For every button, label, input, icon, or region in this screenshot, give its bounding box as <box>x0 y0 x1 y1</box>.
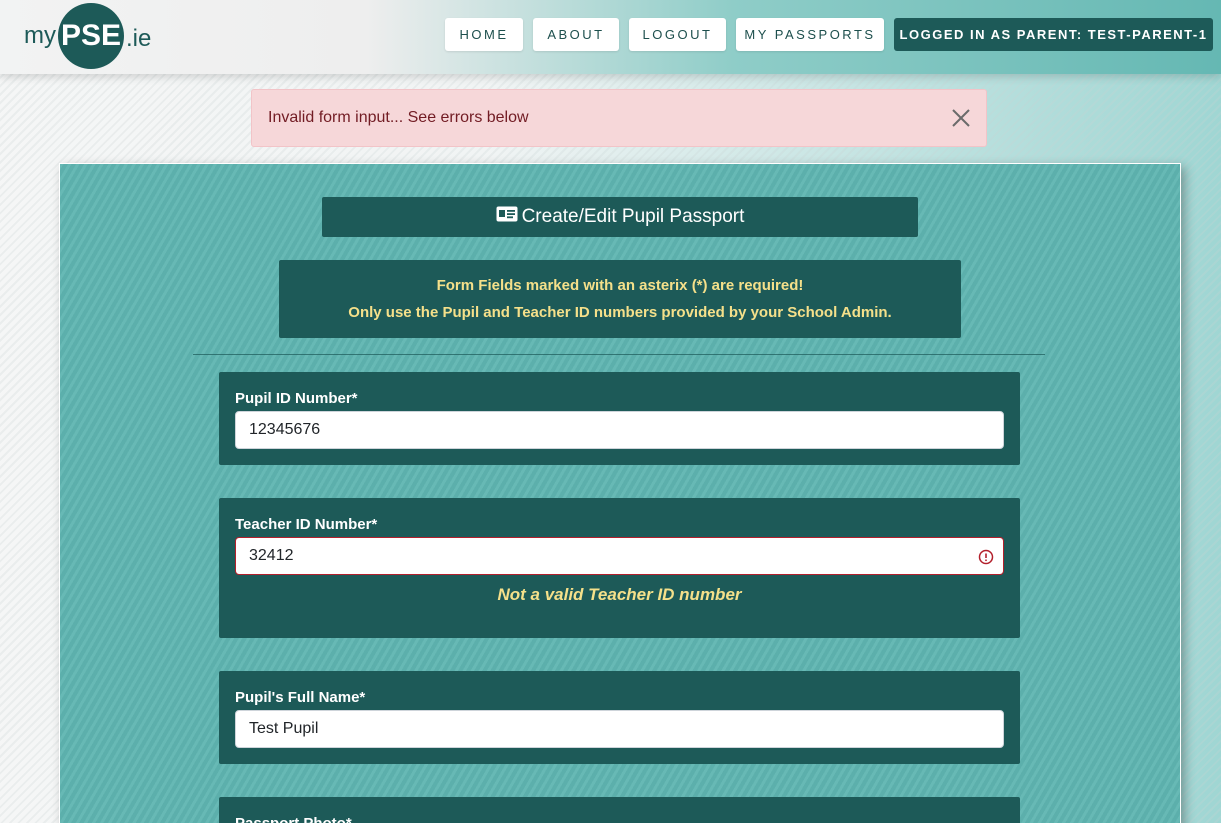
pupil-id-input[interactable] <box>235 411 1004 449</box>
nav-logout-button[interactable]: LOGOUT <box>629 18 726 51</box>
teacher-id-input[interactable] <box>235 537 1004 575</box>
pupil-name-card: Pupil's Full Name* <box>219 671 1020 764</box>
alert-message: Invalid form input... See errors below <box>268 109 529 126</box>
form-info-box: Form Fields marked with an asterix (*) a… <box>279 260 961 338</box>
logo-my: my <box>24 22 56 49</box>
teacher-id-label: Teacher ID Number* <box>235 516 378 533</box>
site-logo[interactable]: my PSE .ie <box>24 2 151 70</box>
passport-photo-card: Passport Photo* <box>219 797 1020 823</box>
nav-my-passports-button[interactable]: MY PASSPORTS <box>736 18 884 51</box>
info-line-id-numbers: Only use the Pupil and Teacher ID number… <box>348 304 892 321</box>
teacher-id-card: Teacher ID Number* Not a valid Teacher I… <box>219 498 1020 638</box>
divider <box>193 354 1045 355</box>
nav-home-button[interactable]: HOME <box>445 18 523 51</box>
navbar: my PSE .ie HOME ABOUT LOGOUT MY PASSPORT… <box>0 0 1221 74</box>
pupil-id-card: Pupil ID Number* <box>219 372 1020 465</box>
teacher-id-error-message: Not a valid Teacher ID number <box>497 585 742 604</box>
logo-ie: .ie <box>126 25 152 52</box>
pupil-id-label: Pupil ID Number* <box>235 390 358 407</box>
close-icon[interactable] <box>950 107 972 129</box>
nav-about-button[interactable]: ABOUT <box>533 18 619 51</box>
logged-in-user-badge[interactable]: LOGGED IN AS PARENT: TEST-PARENT-1 <box>894 18 1213 51</box>
id-card-icon <box>496 206 522 228</box>
logo-pse: PSE <box>58 3 124 69</box>
error-icon <box>978 549 994 565</box>
pupil-name-input[interactable] <box>235 710 1004 748</box>
form-title-text: Create/Edit Pupil Passport <box>521 206 745 227</box>
error-alert: Invalid form input... See errors below <box>251 89 987 147</box>
passport-form-panel: Create/Edit Pupil Passport Form Fields m… <box>59 163 1181 823</box>
pupil-name-label: Pupil's Full Name* <box>235 689 366 706</box>
form-title: Create/Edit Pupil Passport <box>322 197 918 237</box>
info-line-required: Form Fields marked with an asterix (*) a… <box>436 277 804 294</box>
passport-photo-label: Passport Photo* <box>235 815 352 823</box>
